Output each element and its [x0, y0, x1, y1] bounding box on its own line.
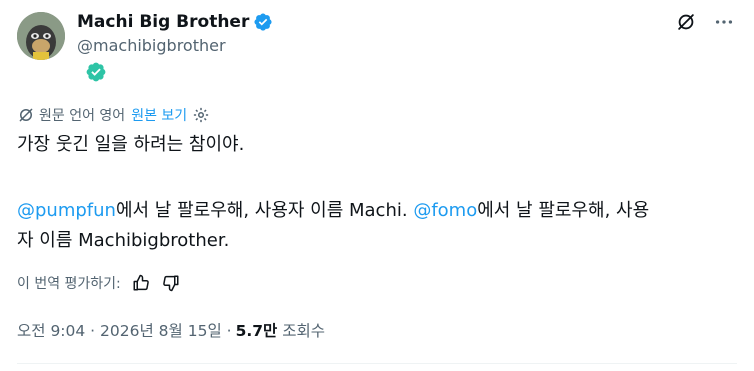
tweet-header-actions — [674, 10, 736, 34]
translation-notice: 원문 언어 영어 원본 보기 — [17, 104, 210, 126]
divider — [17, 363, 737, 364]
tweet-text: 가장 웃긴 일을 하려는 참이야. @pumpfun에서 날 팔로우해, 사용자… — [17, 130, 737, 256]
thumbs-down-icon — [162, 275, 179, 292]
more-options-icon — [715, 20, 733, 24]
tweet-line-1: 가장 웃긴 일을 하려는 참이야. — [17, 134, 245, 155]
tweet-text-segment: 에서 날 팔로우해, 사용자 이름 Machi. — [115, 200, 414, 221]
author-display-name[interactable]: Machi Big Brother — [77, 12, 249, 32]
views-label: 조회수 — [282, 322, 326, 340]
author-handle[interactable]: @machibigbrother — [77, 36, 226, 55]
original-language-label: 원문 언어 영어 — [39, 108, 126, 124]
gear-icon[interactable] — [192, 106, 210, 124]
views-count: 5.7만 — [235, 322, 278, 340]
thumbs-up-icon — [133, 274, 149, 291]
affiliate-verified-badge-icon[interactable] — [85, 61, 107, 83]
thumbs-up-button[interactable] — [131, 273, 151, 293]
tweet-line-2: @pumpfun에서 날 팔로우해, 사용자 이름 Machi. @fomo에서… — [17, 196, 737, 226]
grok-slash-icon — [678, 14, 694, 30]
mention-fomo-link[interactable]: @fomo — [413, 200, 477, 221]
tweet-line-3: 자 이름 Machibigbrother. — [17, 230, 230, 251]
mention-pumpfun-link[interactable]: @pumpfun — [17, 200, 116, 221]
grok-button[interactable] — [674, 10, 698, 34]
more-options-button[interactable] — [712, 10, 736, 34]
thumbs-down-button[interactable] — [161, 273, 181, 293]
tweet-text-segment: 에서 날 팔로우해, 사용 — [477, 200, 650, 221]
grok-translate-icon — [19, 108, 33, 122]
rate-translation-row: 이 번역 평가하기: — [17, 272, 181, 294]
view-original-link[interactable]: 원본 보기 — [131, 105, 187, 125]
author-name-row[interactable]: Machi Big Brother — [77, 10, 273, 34]
author-avatar[interactable] — [17, 12, 65, 60]
verified-badge-icon[interactable] — [253, 12, 273, 32]
rate-translation-label: 이 번역 평가하기: — [17, 276, 121, 292]
tweet-timestamp[interactable]: 오전 9:04 · 2026년 8월 15일 · — [17, 319, 232, 341]
tweet-meta: 오전 9:04 · 2026년 8월 15일 · 5.7만 조회수 — [17, 318, 325, 342]
bored-ape-avatar-icon — [17, 12, 65, 60]
